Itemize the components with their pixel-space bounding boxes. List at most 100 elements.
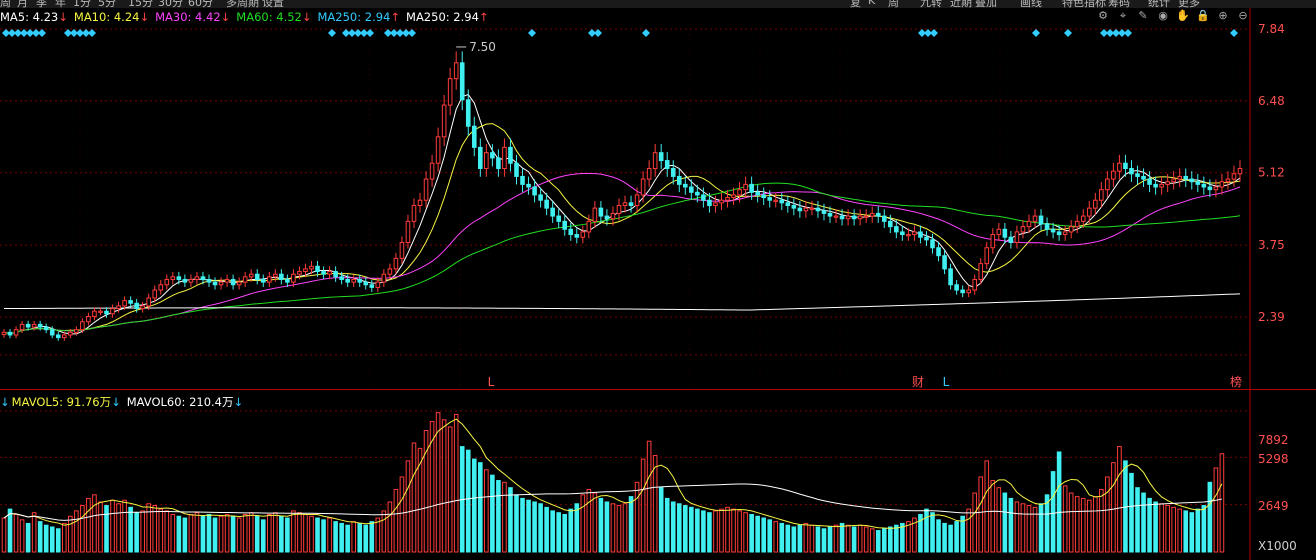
candle-body	[1092, 199, 1098, 209]
candle-body	[514, 162, 519, 177]
volume-bar	[906, 521, 911, 553]
volume-bar	[31, 512, 37, 553]
candle-body	[74, 329, 79, 333]
volume-bar	[863, 526, 869, 553]
volume-bar	[538, 503, 543, 553]
candle-body	[1074, 220, 1080, 228]
signal-diamond	[594, 29, 602, 37]
candle-body	[1159, 183, 1164, 188]
candle-body	[725, 197, 730, 201]
volume-bar	[1147, 497, 1152, 553]
volume-bar	[200, 515, 206, 553]
volume-bar	[695, 508, 700, 553]
volume-bar	[646, 440, 652, 553]
candle-body	[1032, 215, 1038, 222]
candle-body	[441, 104, 447, 138]
candle-body	[80, 321, 85, 331]
candle-body	[25, 323, 31, 328]
volume-bar	[1219, 453, 1225, 553]
signal-diamond	[528, 29, 536, 37]
volume-bar	[996, 487, 1002, 553]
candle-body	[689, 186, 694, 193]
candle-body	[393, 257, 399, 270]
volume-bar	[158, 508, 164, 553]
candle-body	[146, 297, 152, 307]
volume-bar	[92, 494, 97, 553]
candle-body	[1153, 183, 1158, 188]
candle-body	[387, 268, 393, 275]
signal-diamond	[1064, 29, 1072, 37]
volume-bar	[984, 460, 990, 553]
volume-bar	[833, 524, 839, 553]
candle-body	[158, 284, 164, 291]
volume-bar	[676, 503, 682, 553]
volume-bar	[375, 517, 381, 553]
candle-body	[544, 199, 549, 209]
volume-bar	[640, 458, 646, 553]
volume-bar	[405, 460, 411, 553]
candle-body	[140, 305, 145, 310]
volume-bar	[845, 524, 851, 553]
candle-body	[538, 194, 543, 201]
volume-bar	[212, 517, 218, 553]
candle-body	[652, 152, 658, 170]
candle-body	[68, 331, 73, 336]
volume-bar	[478, 462, 483, 553]
candlestick-chart[interactable]: 7.84 6.48 5.12 3.75 2.39 7892 5298 2649 X1000 7.5…	[0, 0, 1316, 560]
volume-bar	[285, 517, 290, 553]
volume-bar	[731, 508, 736, 553]
volume-bar	[1, 517, 7, 553]
candle-body	[972, 278, 978, 291]
candle-body	[1105, 178, 1110, 191]
volume-bar	[496, 480, 501, 553]
volume-bar	[514, 494, 519, 553]
volume-bar	[182, 517, 188, 553]
volume-bar	[297, 512, 302, 553]
candle-body	[182, 278, 188, 283]
candle-body	[1044, 223, 1050, 230]
volume-bar	[502, 481, 507, 553]
volume-bar	[1074, 496, 1080, 553]
volume-bar	[146, 503, 152, 553]
volume-bar	[1105, 476, 1110, 553]
signal-diamond	[1032, 29, 1040, 37]
signal-diamond	[88, 29, 96, 37]
candle-body	[1171, 178, 1176, 183]
volume-bar	[767, 519, 773, 553]
volume-bar	[948, 524, 953, 553]
candle-body	[194, 276, 200, 280]
volume-bar	[1111, 462, 1116, 553]
volume-bar	[1129, 472, 1134, 553]
volume-bar	[152, 505, 158, 553]
volume-bar	[725, 506, 730, 553]
volume-bar	[291, 510, 296, 553]
volume-bar	[1177, 508, 1183, 553]
volume-bar	[1207, 481, 1213, 553]
candle-body	[628, 202, 634, 206]
volume-bar	[610, 503, 616, 553]
volume-bar	[1038, 503, 1044, 553]
volume-bar	[110, 499, 115, 553]
volume-bar	[176, 515, 182, 553]
volume-bar	[1008, 497, 1014, 553]
volume-bar	[1050, 471, 1056, 553]
candle-body	[598, 207, 604, 217]
candle-body	[279, 273, 284, 280]
price-tick-label: 5.12	[1258, 166, 1285, 180]
candle-body	[701, 194, 706, 201]
candle-body	[453, 62, 459, 80]
volume-bar	[86, 497, 91, 553]
candle-body	[369, 284, 375, 288]
candle-body	[737, 189, 742, 196]
volume-bar	[134, 512, 139, 553]
volume-bar	[1165, 505, 1170, 553]
candle-body	[888, 220, 893, 228]
volume-bar	[1153, 501, 1158, 553]
candle-body	[411, 204, 417, 222]
volume-bar	[242, 513, 248, 553]
chart-marker: 榜	[1230, 374, 1242, 389]
volume-bar	[556, 512, 561, 553]
volume-bar	[888, 526, 893, 553]
candle-body	[351, 278, 356, 283]
candle-body	[224, 278, 230, 283]
